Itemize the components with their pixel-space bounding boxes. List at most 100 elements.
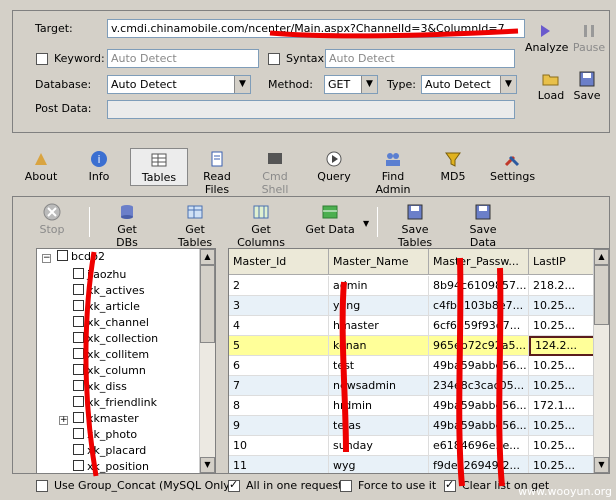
tree-checkbox[interactable] (73, 364, 84, 375)
tree-scrollbar[interactable]: ▲ ▼ (199, 249, 215, 473)
scroll-thumb[interactable] (200, 265, 215, 343)
table-cell[interactable]: 7 (229, 376, 329, 396)
table-cell[interactable]: kenan (329, 336, 429, 356)
database-select[interactable]: Auto Detect ▼ (107, 75, 251, 94)
clear-list-checkbox[interactable] (444, 478, 456, 492)
tree-checkbox[interactable] (73, 412, 84, 423)
keyword-input[interactable]: Auto Detect (107, 49, 259, 68)
table-cell[interactable]: 124.2... (529, 336, 595, 356)
table-cell[interactable]: 10.25... (529, 316, 595, 336)
scroll-up-icon[interactable]: ▲ (594, 249, 609, 265)
type-select[interactable]: Auto Detect ▼ (421, 75, 517, 94)
all-in-one-checkbox[interactable] (228, 478, 240, 492)
column-header[interactable]: Master_Name (329, 249, 429, 275)
save-data-button[interactable]: Save Data (457, 203, 509, 249)
get-data-dropdown-icon[interactable]: ▼ (363, 219, 369, 228)
table-cell[interactable]: 10 (229, 436, 329, 456)
table-cell[interactable]: 3 (229, 296, 329, 316)
get-tables-button[interactable]: Get Tables (167, 203, 223, 249)
table-row[interactable]: 6 test 49ba59abbe56... 10.25... (229, 356, 595, 376)
table-row[interactable]: 2 admin 8b94c6109857... 218.2... (229, 276, 595, 296)
tree-item[interactable]: xk_collitem (73, 348, 149, 364)
tree-item[interactable]: xk_diss (73, 380, 127, 396)
scroll-down-icon[interactable]: ▼ (594, 457, 609, 473)
tab-find-admin[interactable]: Find Admin (364, 148, 422, 196)
table-cell[interactable]: 10.25... (529, 416, 595, 436)
table-cell[interactable]: hrdmin (329, 396, 429, 416)
scroll-thumb[interactable] (594, 265, 609, 325)
table-cell[interactable]: 49ba59abbe56... (429, 416, 529, 436)
save-tables-button[interactable]: Save Tables (385, 203, 445, 249)
grid-scrollbar[interactable]: ▲ ▼ (593, 249, 609, 473)
column-header[interactable]: Master_Passw... (429, 249, 529, 275)
table-row[interactable]: 11 wyg f9dec26949f2... 10.25... (229, 456, 595, 473)
tree-item[interactable]: xk_friendlink (73, 396, 157, 412)
keyword-checkbox[interactable] (36, 53, 48, 65)
table-cell[interactable]: 6 (229, 356, 329, 376)
table-cell[interactable]: f9dec26949f2... (429, 456, 529, 473)
scroll-up-icon[interactable]: ▲ (200, 249, 215, 265)
table-cell[interactable]: admin (329, 276, 429, 296)
tab-read-files[interactable]: Read Files (190, 148, 244, 196)
pause-button[interactable]: Pause (571, 23, 607, 54)
table-cell[interactable]: 10.25... (529, 376, 595, 396)
table-cell[interactable]: 2 (229, 276, 329, 296)
table-cell[interactable]: 5 (229, 336, 329, 356)
table-cell[interactable]: 8 (229, 396, 329, 416)
syntax-input[interactable]: Auto Detect (325, 49, 515, 68)
table-cell[interactable]: 172.1... (529, 396, 595, 416)
table-cell[interactable]: 965eb72c92a5... (429, 336, 529, 356)
tree-checkbox[interactable] (73, 428, 84, 439)
tree-item[interactable]: xk_placard (73, 444, 146, 460)
table-cell[interactable]: test (329, 356, 429, 376)
column-header[interactable]: LastIP (529, 249, 595, 275)
tree-checkbox[interactable] (73, 396, 84, 407)
tab-query[interactable]: Query (316, 148, 352, 186)
table-row[interactable]: 5 kenan 965eb72c92a5... 124.2... (229, 336, 595, 356)
database-tree[interactable]: − bcdb2 jiaozhu xk_actives xk_article xk_ch… (36, 248, 216, 474)
table-cell[interactable]: e6184696e3e... (429, 436, 529, 456)
collapse-icon[interactable]: − (42, 254, 51, 263)
group-concat-checkbox[interactable] (36, 480, 48, 492)
get-columns-button[interactable]: Get Columns (229, 203, 293, 249)
table-row[interactable]: 7 newsadmin 234e8c3cac05... 10.25... (229, 376, 595, 396)
table-cell[interactable]: 9 (229, 416, 329, 436)
tab-cmd-shell[interactable]: Cmd Shell (250, 148, 300, 196)
method-select[interactable]: GET ▼ (324, 75, 378, 94)
table-cell[interactable]: wyg (329, 456, 429, 473)
tree-checkbox[interactable] (73, 380, 84, 391)
table-cell[interactable]: tetas (329, 416, 429, 436)
table-row[interactable]: 8 hrdmin 49ba59abbe56... 172.1... (229, 396, 595, 416)
table-cell[interactable]: newsadmin (329, 376, 429, 396)
scroll-down-icon[interactable]: ▼ (200, 457, 215, 473)
table-row[interactable]: 10 sunday e6184696e3e... 10.25... (229, 436, 595, 456)
tree-checkbox[interactable] (73, 348, 84, 359)
tree-item[interactable]: xk_column (73, 364, 146, 380)
table-cell[interactable]: 218.2... (529, 276, 595, 296)
table-row[interactable]: 9 tetas 49ba59abbe56... 10.25... (229, 416, 595, 436)
table-cell[interactable]: 8b94c6109857... (429, 276, 529, 296)
target-input[interactable]: v.cmdi.chinamobile.com/ncenter/Main.aspx… (107, 19, 525, 38)
get-data-button[interactable]: Get Data (305, 203, 355, 236)
tree-checkbox[interactable] (73, 444, 84, 455)
tree-item[interactable]: xk_article (73, 300, 140, 316)
load-button[interactable]: Load (533, 71, 569, 102)
table-cell[interactable]: 234e8c3cac05... (429, 376, 529, 396)
table-cell[interactable]: 10.25... (529, 456, 595, 473)
tab-md5[interactable]: MD5 (438, 148, 468, 186)
tree-item[interactable]: xkmaster (73, 412, 139, 428)
tab-info[interactable]: i Info (82, 148, 116, 186)
table-cell[interactable]: 49ba59abbe56... (429, 356, 529, 376)
table-cell[interactable]: 49ba59abbe56... (429, 396, 529, 416)
table-row[interactable]: 3 yang c4fb8103b8e7... 10.25... (229, 296, 595, 316)
syntax-checkbox[interactable] (268, 53, 280, 65)
tree-item[interactable]: xk_photo (73, 428, 137, 444)
tree-checkbox[interactable] (73, 300, 84, 311)
table-cell[interactable]: 10.25... (529, 296, 595, 316)
save-button[interactable]: Save (569, 71, 605, 102)
tree-checkbox[interactable] (57, 250, 68, 261)
table-cell[interactable]: 6cf6659f93d7... (429, 316, 529, 336)
tree-item[interactable]: xk_channel (73, 316, 149, 332)
tab-tables[interactable]: Tables (130, 148, 188, 186)
analyze-button[interactable]: Analyze (525, 23, 568, 54)
